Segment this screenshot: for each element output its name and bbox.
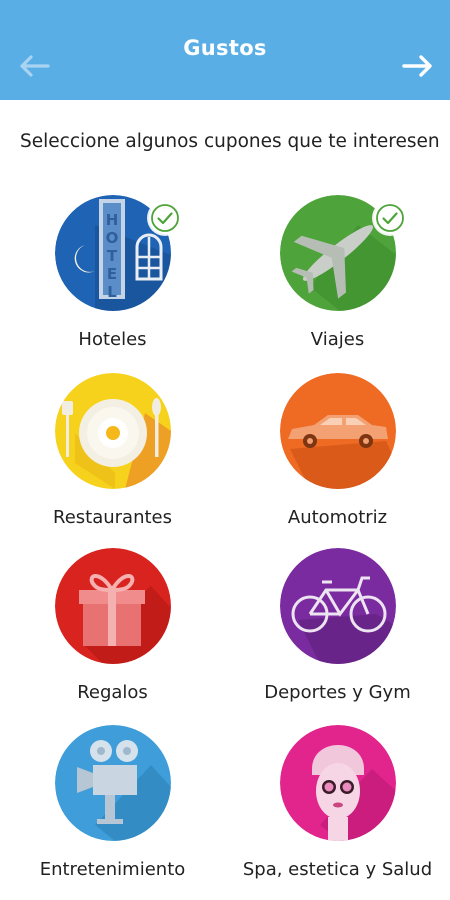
svg-text:O: O bbox=[105, 229, 118, 247]
category-spa[interactable]: Spa, estetica y Salud bbox=[225, 725, 450, 900]
category-regalos[interactable]: Regalos bbox=[0, 548, 225, 726]
svg-text:H: H bbox=[105, 211, 118, 229]
arrow-right-icon bbox=[402, 55, 432, 77]
category-label: Regalos bbox=[77, 682, 148, 703]
page-title: Gustos bbox=[183, 36, 267, 60]
gift-icon bbox=[54, 548, 171, 664]
category-label: Entretenimiento bbox=[39, 859, 186, 880]
selected-check-icon bbox=[374, 202, 406, 234]
movie-camera-icon bbox=[54, 725, 171, 841]
category-restaurantes[interactable]: Restaurantes bbox=[0, 373, 225, 551]
category-entretenimiento[interactable]: Entretenimiento bbox=[0, 725, 225, 900]
category-label: Spa, estetica y Salud bbox=[242, 859, 433, 880]
instruction-text: Seleccione algunos cupones que te intere… bbox=[20, 131, 440, 152]
svg-text:T: T bbox=[106, 247, 117, 265]
next-button[interactable] bbox=[400, 48, 436, 84]
svg-text:L: L bbox=[107, 283, 117, 301]
app-header: Gustos bbox=[0, 0, 450, 100]
arrow-left-icon bbox=[20, 55, 50, 77]
category-viajes[interactable]: Viajes bbox=[225, 195, 450, 373]
bicycle-icon bbox=[279, 548, 396, 664]
category-label: Viajes bbox=[310, 329, 365, 350]
plate-icon bbox=[54, 373, 171, 489]
car-icon bbox=[279, 373, 396, 489]
category-deportes[interactable]: Deportes y Gym bbox=[225, 548, 450, 726]
category-label: Automotriz bbox=[287, 507, 388, 528]
category-label: Hoteles bbox=[78, 329, 147, 350]
category-label: Deportes y Gym bbox=[264, 682, 411, 703]
back-button[interactable] bbox=[16, 48, 52, 84]
svg-text:E: E bbox=[106, 265, 116, 283]
spa-face-icon bbox=[279, 725, 396, 841]
category-label: Restaurantes bbox=[53, 507, 172, 528]
category-automotriz[interactable]: Automotriz bbox=[225, 373, 450, 551]
category-hoteles[interactable]: H O T E L Hoteles bbox=[0, 195, 225, 373]
selected-check-icon bbox=[149, 202, 181, 234]
